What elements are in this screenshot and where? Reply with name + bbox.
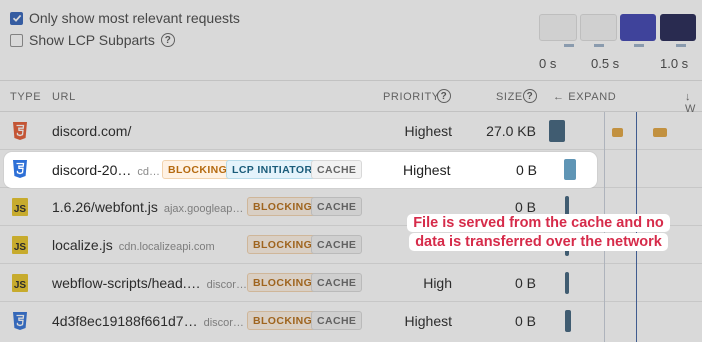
relevant-requests-option[interactable]: Only show most relevant requests — [10, 10, 240, 26]
request-domain: ajax.googleap… — [163, 203, 244, 215]
request-url: discord.com/ — [52, 123, 132, 139]
blocking-badge: BLOCKING — [247, 197, 319, 216]
help-icon[interactable]: ? — [523, 89, 537, 103]
blocking-badge: BLOCKING — [247, 273, 319, 292]
request-priority: Highest — [403, 162, 451, 178]
lcp-subparts-label: Show LCP Subparts — [29, 32, 155, 48]
relevant-requests-label: Only show most relevant requests — [29, 10, 240, 26]
time-tick: 1.0 s — [660, 56, 689, 71]
request-size: 0 B — [514, 199, 536, 215]
svg-text:JS: JS — [14, 242, 27, 253]
request-domain: discor… — [203, 317, 244, 329]
blocking-badge: BLOCKING — [247, 235, 319, 254]
cache-badge: CACHE — [311, 311, 363, 330]
cache-badge: CACHE — [311, 273, 363, 292]
request-size: 0 B — [516, 162, 538, 178]
col-size[interactable]: SIZE — [496, 91, 523, 103]
cache-callout: File is served from the cache and no dat… — [400, 214, 677, 252]
waterfall-bar[interactable] — [549, 120, 565, 142]
help-icon[interactable]: ? — [437, 89, 451, 103]
svg-text:JS: JS — [14, 204, 27, 215]
cache-badge: CACHE — [311, 160, 363, 179]
waterfall-bar[interactable] — [564, 159, 576, 180]
table-row[interactable]: JS webflow-scripts/head.… discor… BLOCKIN… — [0, 264, 702, 302]
html-icon — [13, 122, 27, 140]
col-priority-label: PRIORITY — [383, 91, 440, 103]
blocking-badge: BLOCKING — [247, 311, 319, 330]
callout-text: File is served from the cache and no dat… — [407, 214, 670, 251]
table-header: TYPE URL PRIORITY ? SIZE ? ← EXPAND ↓ W — [0, 80, 702, 115]
waterfall-bar[interactable] — [612, 128, 623, 137]
waterfall-bar[interactable] — [565, 310, 571, 332]
time-tick: 0.5 s — [591, 56, 620, 71]
col-type[interactable]: TYPE — [10, 91, 41, 103]
svg-text:JS: JS — [14, 280, 27, 291]
expand-button[interactable]: ← EXPAND — [553, 91, 616, 103]
request-url: localize.js cdn.localizeapi.com — [52, 237, 215, 253]
filmstrip-frame-3[interactable] — [620, 14, 656, 41]
filmstrip-frame-4[interactable] — [660, 14, 696, 41]
request-priority: Highest — [404, 123, 452, 139]
filmstrip-marker — [564, 44, 574, 47]
css-icon — [13, 312, 27, 330]
request-domain: discor… — [206, 279, 247, 291]
highlighted-row[interactable]: discord-20… cd… BLOCKING LCP INITIATOR CA… — [4, 152, 597, 188]
cache-badge: CACHE — [311, 197, 363, 216]
waterfall-bar[interactable] — [653, 128, 667, 137]
help-icon[interactable]: ? — [160, 33, 175, 47]
expand-label: EXPAND — [568, 91, 617, 103]
request-domain: cd… — [137, 166, 160, 178]
table-row[interactable]: 4d3f8ec19188f661d7… discor… BLOCKING CACH… — [0, 302, 702, 340]
js-icon: JS — [12, 236, 28, 254]
filmstrip-marker — [676, 44, 686, 47]
request-priority: Highest — [404, 313, 452, 329]
request-url: webflow-scripts/head.… discor… — [52, 275, 247, 291]
lcp-subparts-option[interactable]: Show LCP Subparts ? — [10, 32, 175, 48]
filmstrip-marker — [634, 44, 644, 47]
cache-badge: CACHE — [311, 235, 363, 254]
request-size: 0 B — [514, 313, 536, 329]
time-tick: 0 s — [539, 56, 557, 71]
table-row[interactable]: discord.com/ Highest 27.0 KB — [0, 112, 702, 150]
js-icon: JS — [12, 274, 28, 292]
css-icon — [13, 160, 27, 178]
waterfall-bar[interactable] — [565, 272, 569, 294]
request-url: 4d3f8ec19188f661d7… discor… — [52, 313, 244, 329]
col-url[interactable]: URL — [52, 91, 76, 103]
checkbox-relevant[interactable] — [10, 11, 23, 25]
request-url: discord-20… cd… — [52, 162, 160, 178]
lcp-initiator-badge: LCP INITIATOR — [226, 160, 319, 179]
request-size: 27.0 KB — [486, 123, 536, 139]
request-priority: High — [423, 275, 452, 291]
filmstrip-frame-1[interactable] — [539, 14, 577, 41]
blocking-badge: BLOCKING — [162, 160, 234, 179]
js-icon: JS — [12, 198, 28, 216]
filmstrip-frame-2[interactable] — [580, 14, 617, 41]
request-size: 0 B — [514, 275, 536, 291]
check-icon — [12, 14, 21, 22]
col-priority[interactable]: PRIORITY — [383, 91, 440, 103]
request-url: 1.6.26/webfont.js ajax.googleap… — [52, 199, 244, 215]
filmstrip-marker — [594, 44, 604, 47]
checkbox-lcp[interactable] — [10, 33, 23, 47]
request-domain: cdn.localizeapi.com — [118, 241, 215, 253]
